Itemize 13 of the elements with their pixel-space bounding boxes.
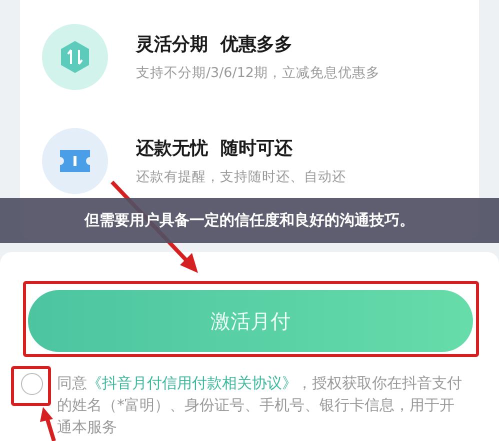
agreement-link[interactable]: 《抖音月付信用付款相关协议》 — [87, 374, 297, 392]
feature-title: 还款无忧 随时可还 — [136, 137, 294, 160]
feature-description: 还款有提醒，支持随时还、自动还 — [136, 168, 346, 186]
activate-button[interactable]: 激活月付 — [28, 290, 473, 352]
arrow — [40, 407, 56, 441]
feature-title: 灵活分期 优惠多多 — [136, 33, 294, 56]
exchange-icon — [42, 24, 108, 90]
agreement-text: 同意《抖音月付信用付款相关协议》，授权获取你在抖音支付的姓名（*富明）、身份证号、手机号、银行卡信息，用于开通本服务 — [57, 373, 463, 438]
caption-banner: 但需要用户具备一定的信任度和良好的沟通技巧。 — [0, 198, 499, 243]
highlight-frame — [11, 366, 51, 406]
agree-radio[interactable] — [21, 373, 43, 395]
ticket-icon — [42, 128, 108, 194]
feature-description: 支持不分期/3/6/12期，立减免息优惠多 — [136, 64, 380, 82]
